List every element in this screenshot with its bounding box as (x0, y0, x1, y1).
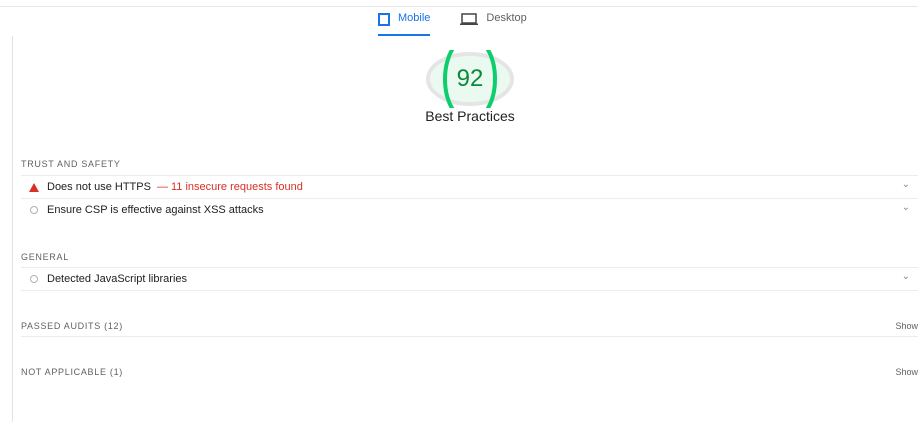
group-title-trust: TRUST AND SAFETY (21, 159, 121, 169)
top-divider (0, 6, 918, 7)
chevron-down-icon[interactable]: ⌄ (902, 202, 910, 213)
circle-icon (30, 275, 38, 283)
audit-row-js-libraries[interactable]: Detected JavaScript libraries ⌄ (21, 267, 918, 290)
divider (21, 290, 918, 291)
chevron-down-icon[interactable]: ⌄ (902, 179, 910, 190)
audit-row-https[interactable]: Does not use HTTPS — 11 insecure request… (21, 175, 918, 198)
left-border (12, 36, 13, 422)
audit-label: Does not use HTTPS (47, 181, 151, 193)
tab-desktop-label: Desktop (486, 12, 527, 24)
circle-icon (30, 206, 38, 214)
audit-row-csp[interactable]: Ensure CSP is effective against XSS atta… (21, 198, 918, 221)
group-title-general: GENERAL (21, 252, 69, 262)
audit-detail: — 11 insecure requests found (156, 181, 303, 193)
group-title-passed: PASSED AUDITS (12) (21, 321, 123, 331)
gauge-score: 92 (456, 65, 484, 92)
tab-mobile[interactable]: Mobile (378, 12, 431, 36)
show-passed-button[interactable]: Show (895, 321, 918, 331)
device-tabs: Mobile Desktop (378, 12, 527, 36)
audit-label: Ensure CSP is effective against XSS atta… (47, 204, 264, 216)
audit-label: Detected JavaScript libraries (47, 273, 188, 285)
tab-desktop[interactable]: Desktop (460, 12, 527, 36)
score-gauge: 92 (423, 35, 517, 123)
gauge-title: Best Practices (425, 108, 515, 124)
desktop-icon (460, 13, 479, 29)
divider (21, 336, 918, 337)
phone-icon (378, 13, 390, 29)
group-title-not-applicable: NOT APPLICABLE (1) (21, 367, 123, 377)
chevron-down-icon[interactable]: ⌄ (902, 271, 910, 282)
tab-mobile-label: Mobile (398, 12, 431, 24)
warning-triangle-icon (21, 182, 47, 192)
show-not-applicable-button[interactable]: Show (895, 367, 918, 377)
